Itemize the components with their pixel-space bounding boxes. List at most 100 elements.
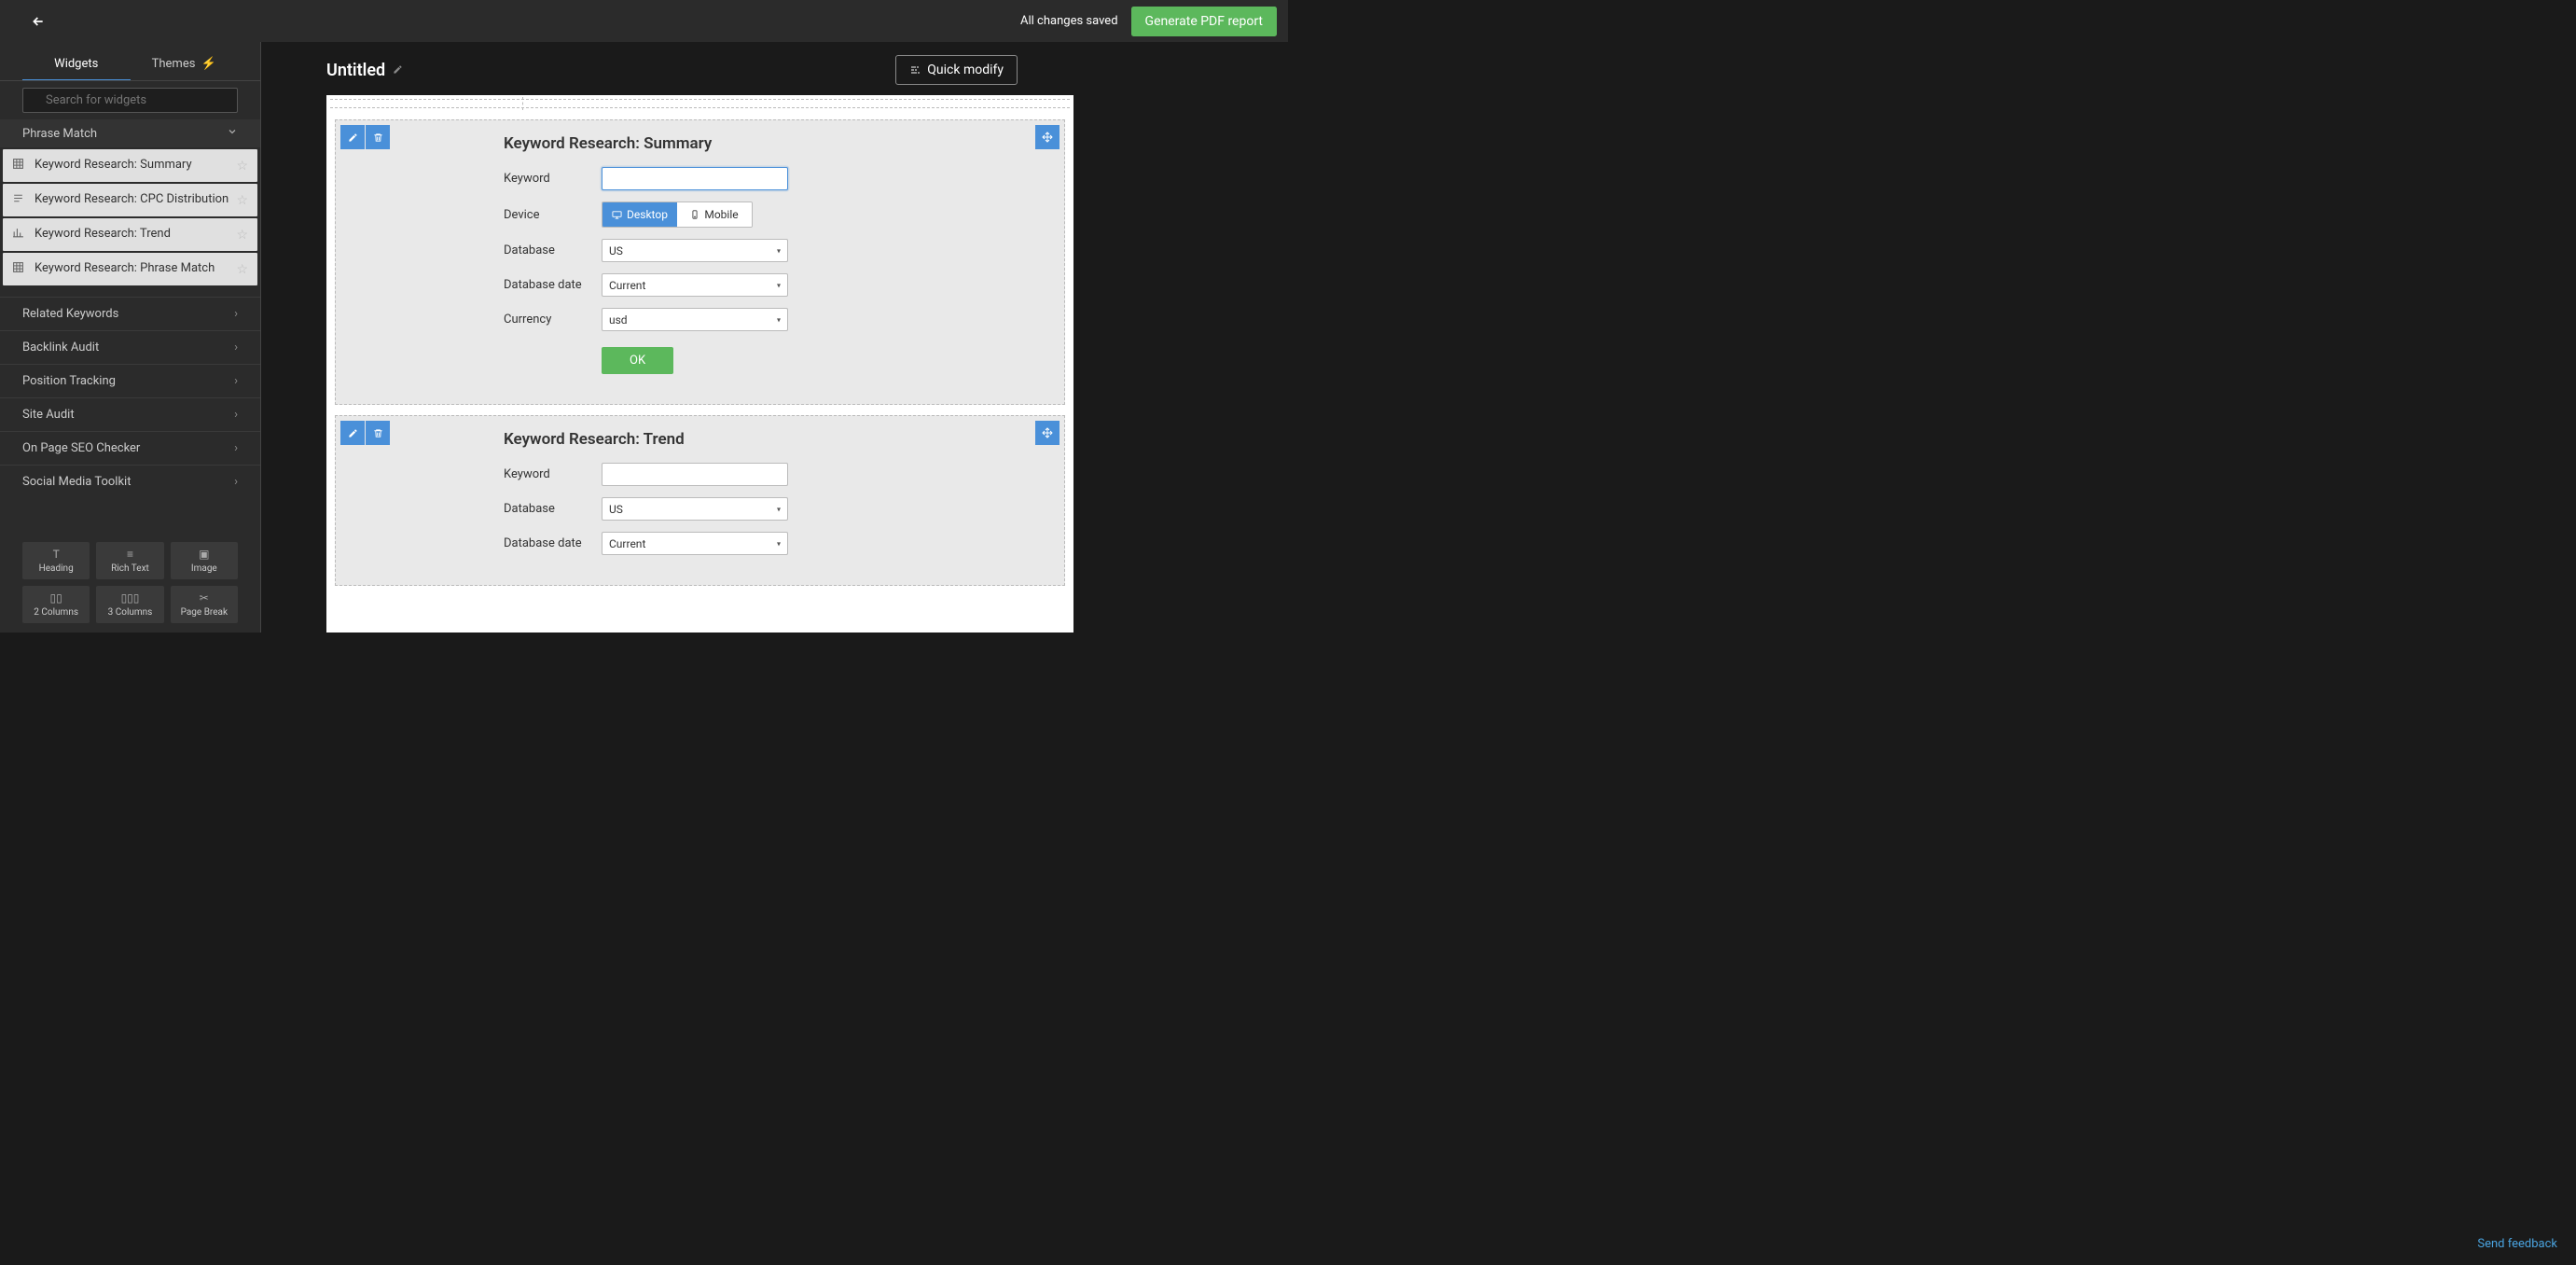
chevron-right-icon: › xyxy=(234,307,238,321)
page-separator xyxy=(330,99,1070,108)
category-position-tracking[interactable]: Position Tracking › xyxy=(0,364,260,397)
toggle-label: Desktop xyxy=(627,208,668,221)
sidebar: Widgets Themes ⚡ Phrase Match xyxy=(0,42,261,632)
tool-page-break[interactable]: ✂ Page Break xyxy=(171,586,238,623)
star-icon[interactable]: ☆ xyxy=(236,159,248,174)
tool-3-columns[interactable]: ▯▯▯ 3 Columns xyxy=(96,586,163,623)
currency-label: Currency xyxy=(504,313,602,327)
tool-image[interactable]: ▣ Image xyxy=(171,542,238,579)
currency-select[interactable] xyxy=(602,308,788,331)
category-label: Related Keywords xyxy=(22,307,118,321)
back-button[interactable] xyxy=(30,13,47,30)
move-widget-button[interactable] xyxy=(1035,125,1059,149)
delete-widget-button[interactable] xyxy=(366,421,390,445)
image-icon: ▣ xyxy=(173,548,235,561)
tool-label: Page Break xyxy=(173,607,235,618)
columns-icon: ▯▯▯ xyxy=(99,591,160,605)
category-backlink-audit[interactable]: Backlink Audit › xyxy=(0,330,260,364)
device-toggle: Desktop Mobile xyxy=(602,202,753,228)
category-social-media[interactable]: Social Media Toolkit › xyxy=(0,465,260,498)
columns-icon: ▯▯ xyxy=(25,591,87,605)
device-mobile-option[interactable]: Mobile xyxy=(677,202,752,227)
tool-label: Image xyxy=(173,563,235,574)
widget-label: Keyword Research: Trend xyxy=(35,227,236,243)
widget-block-summary: Keyword Research: Summary Keyword Device… xyxy=(335,119,1065,405)
mobile-icon xyxy=(690,210,699,219)
keyword-input[interactable] xyxy=(602,167,788,190)
table-icon xyxy=(12,158,26,174)
widget-title: Keyword Research: Trend xyxy=(504,430,1041,449)
database-date-select[interactable] xyxy=(602,273,788,297)
chevron-right-icon: › xyxy=(234,475,238,489)
send-feedback-link[interactable]: Send feedback xyxy=(2477,1237,2557,1251)
category-label: Backlink Audit xyxy=(22,341,99,354)
keyword-input[interactable] xyxy=(602,463,788,486)
group-phrase-match[interactable]: Phrase Match xyxy=(0,119,260,147)
database-date-select[interactable] xyxy=(602,532,788,555)
database-date-label: Database date xyxy=(504,278,602,292)
tool-rich-text[interactable]: ≡ Rich Text xyxy=(96,542,163,579)
tool-heading[interactable]: T Heading xyxy=(22,542,90,579)
widget-cpc-distribution[interactable]: Keyword Research: CPC Distribution ☆ xyxy=(3,184,257,216)
group-label: Phrase Match xyxy=(22,127,97,141)
star-icon[interactable]: ☆ xyxy=(236,228,248,243)
tab-themes-label: Themes xyxy=(152,57,196,71)
database-date-label: Database date xyxy=(504,536,602,550)
keyword-label: Keyword xyxy=(504,467,602,481)
chevron-right-icon: › xyxy=(234,374,238,388)
device-label: Device xyxy=(504,208,602,222)
desktop-icon xyxy=(612,210,622,220)
tab-widgets[interactable]: Widgets xyxy=(22,51,131,80)
chevron-right-icon: › xyxy=(234,341,238,354)
move-widget-button[interactable] xyxy=(1035,421,1059,445)
database-select[interactable] xyxy=(602,239,788,262)
ok-button[interactable]: OK xyxy=(602,347,673,374)
search-input[interactable] xyxy=(22,88,238,113)
sliders-icon xyxy=(909,64,921,76)
database-label: Database xyxy=(504,243,602,257)
edit-widget-button[interactable] xyxy=(340,421,365,445)
widget-label: Keyword Research: CPC Distribution xyxy=(35,192,236,208)
delete-widget-button[interactable] xyxy=(366,125,390,149)
widget-title: Keyword Research: Summary xyxy=(504,134,1041,153)
quick-modify-button[interactable]: Quick modify xyxy=(895,55,1018,85)
widget-keyword-summary[interactable]: Keyword Research: Summary ☆ xyxy=(3,149,257,182)
category-label: Position Tracking xyxy=(22,374,116,388)
edit-widget-button[interactable] xyxy=(340,125,365,149)
scissors-icon: ✂ xyxy=(173,591,235,605)
save-status: All changes saved xyxy=(1020,14,1118,28)
database-label: Database xyxy=(504,502,602,516)
quick-modify-label: Quick modify xyxy=(927,63,1004,77)
tab-themes[interactable]: Themes ⚡ xyxy=(131,51,239,80)
toggle-label: Mobile xyxy=(704,208,738,221)
generate-pdf-button[interactable]: Generate PDF report xyxy=(1131,7,1277,36)
list-icon xyxy=(12,192,26,208)
page-title: Untitled xyxy=(326,61,385,80)
category-on-page-seo[interactable]: On Page SEO Checker › xyxy=(0,431,260,465)
device-desktop-option[interactable]: Desktop xyxy=(602,202,677,227)
widget-trend[interactable]: Keyword Research: Trend ☆ xyxy=(3,218,257,251)
text-icon: T xyxy=(25,548,87,561)
category-related-keywords[interactable]: Related Keywords › xyxy=(0,297,260,330)
widget-label: Keyword Research: Phrase Match xyxy=(35,261,236,277)
database-select[interactable] xyxy=(602,497,788,521)
pencil-icon[interactable] xyxy=(393,64,403,76)
tool-label: 2 Columns xyxy=(25,607,87,618)
bolt-icon: ⚡ xyxy=(201,57,216,71)
widget-phrase-match[interactable]: Keyword Research: Phrase Match ☆ xyxy=(3,253,257,285)
tool-label: Rich Text xyxy=(99,563,160,574)
tool-label: Heading xyxy=(25,563,87,574)
chevron-right-icon: › xyxy=(234,408,238,422)
bar-chart-icon xyxy=(12,227,26,243)
table-icon xyxy=(12,261,26,277)
chevron-down-icon xyxy=(227,126,238,141)
widget-label: Keyword Research: Summary xyxy=(35,158,236,174)
topbar: All changes saved Generate PDF report xyxy=(0,0,1288,42)
category-label: On Page SEO Checker xyxy=(22,441,140,455)
star-icon[interactable]: ☆ xyxy=(236,262,248,277)
category-label: Social Media Toolkit xyxy=(22,475,131,489)
lines-icon: ≡ xyxy=(99,548,160,561)
category-site-audit[interactable]: Site Audit › xyxy=(0,397,260,431)
tool-2-columns[interactable]: ▯▯ 2 Columns xyxy=(22,586,90,623)
star-icon[interactable]: ☆ xyxy=(236,193,248,208)
